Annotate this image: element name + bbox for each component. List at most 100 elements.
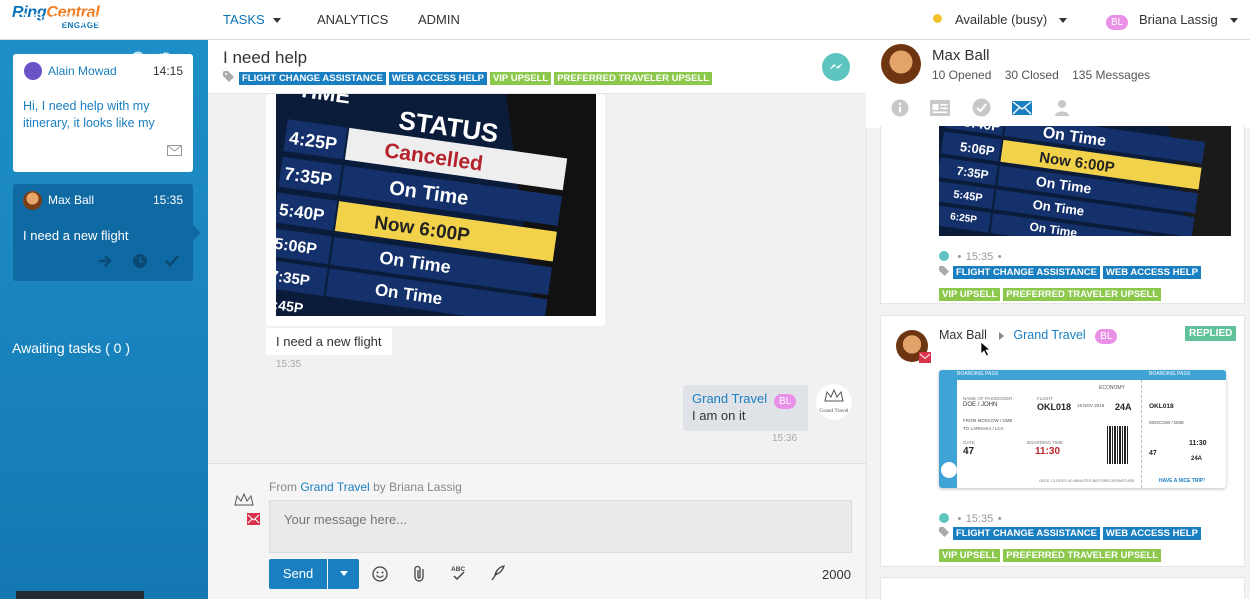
logo-text: Grand Travel	[819, 408, 849, 414]
pass-class: ECONOMY	[1099, 385, 1125, 391]
pass-stub-route: MOSCOW / DME	[1149, 420, 1184, 425]
pass-field-label: NAME OF PASSENGER	[963, 396, 1013, 401]
agent-initials-badge: BL	[1095, 329, 1118, 344]
pass-seat: 24A	[1115, 402, 1132, 412]
messages-count: 135 Messages	[1072, 68, 1151, 82]
tag[interactable]: FLIGHT CHANGE ASSISTANCE	[953, 527, 1100, 540]
mouse-cursor-icon	[980, 341, 992, 357]
history-from: Max Ball	[939, 328, 987, 342]
from-brand-link[interactable]: Grand Travel	[300, 480, 369, 494]
closed-count: 30 Closed	[1004, 68, 1059, 82]
task-card-active[interactable]: Max Ball 15:35 I need a new flight	[13, 184, 193, 281]
tag[interactable]: PREFERRED TRAVELER UPSELL	[1003, 288, 1162, 301]
history-card[interactable]	[880, 577, 1245, 599]
awaiting-tasks[interactable]: Awaiting tasks ( 0 )	[12, 340, 130, 356]
pass-field-label: GATE	[963, 440, 975, 445]
tag[interactable]: PREFERRED TRAVELER UPSELL	[554, 72, 713, 85]
chevron-down-icon	[272, 18, 281, 24]
email-channel-icon	[247, 513, 260, 525]
grand-travel-logo: Grand Travel	[816, 384, 852, 420]
tab-ongoing-tasks[interactable]: Ongoing ta...	[13, 10, 123, 37]
tag[interactable]: FLIGHT CHANGE ASSISTANCE	[239, 72, 386, 85]
user-menu[interactable]: Briana Lassig	[1139, 12, 1238, 27]
task-contact-name: Max Ball	[48, 193, 95, 207]
history-card[interactable]: Max Ball Grand Travel BL REPLIED BOARDIN…	[880, 315, 1245, 567]
pass-gate: 47	[963, 446, 975, 457]
history-tags: FLIGHT CHANGE ASSISTANCE WEB ACCESS HELP V…	[939, 523, 1239, 563]
crown-icon	[824, 388, 844, 402]
tag-icon	[223, 71, 234, 82]
message-input[interactable]	[269, 500, 852, 553]
agent-message-sender[interactable]: Grand Travel	[692, 391, 767, 406]
boarding-pass-image[interactable]: BOARDING PASS BOARDING PASS ECONOMY NAME…	[939, 370, 1226, 488]
send-button[interactable]: Send	[269, 559, 327, 589]
tag-icon	[939, 266, 950, 276]
nav-admin[interactable]: ADMIN	[418, 12, 460, 27]
globe-icon	[941, 462, 957, 478]
message-time: 15:36	[772, 433, 798, 444]
pass-boarding-time: 11:30	[1035, 446, 1061, 457]
spellcheck-icon[interactable]: ABC	[451, 564, 467, 582]
avatar	[24, 62, 42, 80]
signature-icon[interactable]	[490, 565, 506, 581]
nav-analytics[interactable]: ANALYTICS	[317, 12, 388, 27]
task-contact-name: Alain Mowad	[48, 64, 117, 78]
tag[interactable]: WEB ACCESS HELP	[1102, 527, 1201, 540]
history-to[interactable]: Grand Travel	[1013, 328, 1085, 342]
info-icon[interactable]	[891, 99, 909, 117]
active-card-pointer	[193, 225, 201, 241]
task-preview: Hi, I need help with my itinerary, it lo…	[23, 99, 155, 130]
email-tab-icon[interactable]	[1012, 101, 1032, 115]
task-time: 15:35	[153, 193, 184, 207]
send-options-button[interactable]	[328, 559, 359, 589]
contact-avatar	[881, 44, 921, 84]
pass-stub-seat: 24A	[1191, 456, 1203, 462]
availability-dropdown[interactable]: Available (busy)	[955, 12, 1068, 27]
agent-message-text: I am on it	[692, 408, 746, 423]
checkmark-icon[interactable]	[164, 254, 180, 268]
pass-stub-title: BOARDING PASS	[1149, 371, 1191, 377]
conversation-tags[interactable]: FLIGHT CHANGE ASSISTANCE WEB ACCESS HELP V…	[223, 68, 715, 86]
transfer-arrow-icon[interactable]	[98, 254, 114, 268]
tag[interactable]: FLIGHT CHANGE ASSISTANCE	[953, 266, 1100, 279]
chevron-down-icon	[1059, 18, 1068, 24]
tag[interactable]: VIP UPSELL	[939, 549, 1001, 562]
tag[interactable]: WEB ACCESS HELP	[388, 72, 487, 85]
completed-check-icon[interactable]	[972, 98, 991, 117]
attachment-icon[interactable]	[413, 565, 427, 582]
pass-to: TO LARNAKA / LCA	[963, 426, 1004, 431]
contact-card-icon[interactable]	[930, 100, 950, 116]
tag[interactable]: VIP UPSELL	[939, 288, 1001, 301]
pass-from: FROM MOSCOW / DME	[963, 418, 1013, 423]
flight-status-board-image[interactable]: TIME STATUS 4:25P Cancelled 7:35P On Tim…	[276, 94, 596, 316]
chevron-down-icon	[1229, 18, 1238, 24]
nav-tasks[interactable]: TASKS	[223, 12, 281, 27]
tag-icon	[939, 527, 950, 537]
arrow-right-icon	[999, 331, 1005, 340]
pass-date: 18 NOV 2015	[1077, 403, 1105, 408]
tag[interactable]: WEB ACCESS HELP	[1102, 266, 1201, 279]
image-message[interactable]: TIME STATUS 4:25P Cancelled 7:35P On Tim…	[266, 94, 605, 326]
pass-stub-gate: 47	[1149, 450, 1157, 457]
task-time: 14:15	[153, 64, 184, 78]
task-preview: I need a new flight	[23, 228, 129, 243]
conversation-title: I need help	[223, 48, 308, 67]
replied-badge: REPLIED	[1185, 326, 1237, 341]
history-tags: FLIGHT CHANGE ASSISTANCE WEB ACCESS HELP V…	[939, 262, 1239, 302]
pass-nice-trip: HAVE A NICE TRIP!	[1159, 478, 1205, 484]
opened-count: 10 Opened	[932, 68, 992, 82]
tag[interactable]: VIP UPSELL	[489, 72, 552, 85]
clock-icon[interactable]	[132, 253, 148, 269]
history-card[interactable]: 5:40P On Time 5:06P Now 6:00P 7:35P On T…	[880, 126, 1245, 304]
flight-status-board-image[interactable]: 5:40P On Time 5:06P Now 6:00P 7:35P On T…	[939, 126, 1231, 236]
tag[interactable]: PREFERRED TRAVELER UPSELL	[1003, 549, 1162, 562]
crown-icon	[234, 492, 254, 506]
pass-barcode	[1107, 426, 1129, 464]
user-avatar[interactable]: BL	[1106, 12, 1129, 30]
user-activity-icon[interactable]	[1053, 98, 1073, 118]
emoji-icon[interactable]	[372, 566, 388, 582]
compose-from-line: From Grand Travel by Briana Lassig	[269, 480, 462, 494]
task-card[interactable]: Alain Mowad 14:15 Hi, I need help with m…	[13, 54, 193, 172]
pass-perforation	[1141, 380, 1142, 488]
pass-title: BOARDING PASS	[957, 371, 999, 377]
